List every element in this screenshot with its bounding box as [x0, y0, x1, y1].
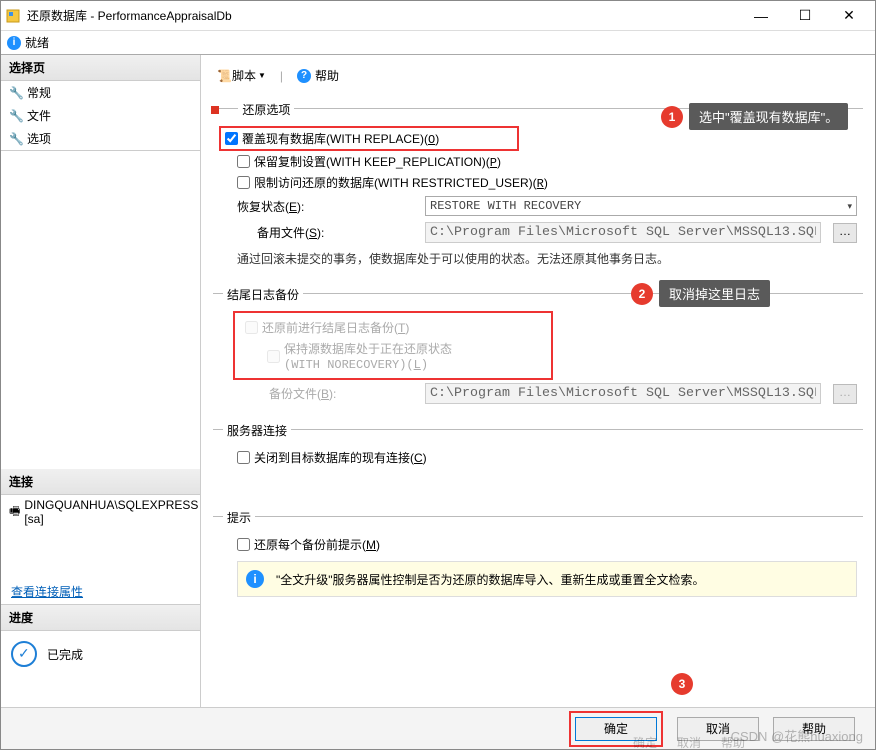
prompt-before-each-label: 还原每个备份前提示(M) [254, 536, 380, 553]
backup-file-input [425, 383, 821, 404]
chevron-down-icon: ▾ [847, 201, 852, 212]
close-existing-checkbox[interactable] [237, 451, 250, 464]
keep-source-label: 保持源数据库处于正在还原状态(WITH NORECOVERY)(L) [284, 340, 452, 372]
maximize-button[interactable]: ☐ [783, 2, 827, 30]
select-page-header: 选择页 [1, 55, 200, 81]
keep-source-row: 保持源数据库处于正在还原状态(WITH NORECOVERY)(L) [241, 338, 545, 374]
status-text: 就绪 [25, 34, 49, 51]
callout-text: 取消掉这里日志 [659, 280, 770, 307]
wrench-icon: 🔧 [9, 109, 23, 123]
browse-button: … [833, 384, 857, 404]
minimize-button[interactable]: — [739, 2, 783, 30]
sidebar: 选择页 🔧常规 🔧文件 🔧选项 连接 🖷 DINGQUANHUA\SQLEXPR… [1, 55, 201, 707]
script-icon: 📜 [217, 69, 232, 83]
toolbar: 📜 脚本 ▼ | ? 帮助 [213, 63, 863, 94]
server-conn-group: 服务器连接 关闭到目标数据库的现有连接(C) [213, 429, 863, 476]
info-icon: i [7, 36, 21, 50]
restricted-label: 限制访问还原的数据库(WITH RESTRICTED_USER)(R) [254, 174, 548, 191]
keep-replication-checkbox[interactable] [237, 155, 250, 168]
callout-3: 3 [671, 673, 693, 695]
connection-header: 连接 [1, 469, 200, 495]
prompt-label: 提示 [223, 511, 255, 525]
wrench-icon: 🔧 [9, 86, 23, 100]
close-button[interactable]: ✕ [827, 2, 871, 30]
keep-source-checkbox [267, 350, 280, 363]
take-tail-backup-row: 还原前进行结尾日志备份(T) [241, 317, 545, 338]
progress-header: 进度 [1, 605, 200, 631]
recovery-state-label: 恢复状态(E): [237, 198, 417, 215]
tip-box: i "全文升级"服务器属性控制是否为还原的数据库导入、重新生成或重置全文检索。 [237, 561, 857, 597]
callout-badge: 2 [631, 283, 653, 305]
faded-ghost-row: 确定取消帮助 [633, 734, 745, 751]
recovery-desc: 通过回滚未提交的事务，使数据库处于可以使用的状态。无法还原其他事务日志。 [219, 246, 857, 271]
info-icon: i [246, 570, 264, 588]
keep-replication-row[interactable]: 保留复制设置(WITH KEEP_REPLICATION)(P) [219, 151, 857, 172]
chevron-down-icon: ▼ [258, 71, 266, 80]
prompt-before-each-checkbox[interactable] [237, 538, 250, 551]
close-existing-label: 关闭到目标数据库的现有连接(C) [254, 449, 427, 466]
recovery-state-select[interactable]: RESTORE WITH RECOVERY ▾ [425, 196, 857, 216]
help-bottom-button[interactable]: 帮助 [773, 717, 855, 741]
callout-2: 2 取消掉这里日志 [631, 280, 770, 307]
overwrite-label: 覆盖现有数据库(WITH REPLACE)(O) [242, 130, 439, 147]
title-bar: 还原数据库 - PerformanceAppraisalDb — ☐ ✕ [1, 1, 875, 31]
sidebar-item-general[interactable]: 🔧常规 [1, 81, 200, 104]
wrench-icon: 🔧 [9, 132, 23, 146]
close-existing-row[interactable]: 关闭到目标数据库的现有连接(C) [219, 447, 857, 468]
window-title: 还原数据库 - PerformanceAppraisalDb [27, 7, 739, 24]
callout-badge: 1 [661, 106, 683, 128]
connection-value: 🖷 DINGQUANHUA\SQLEXPRESS [sa] [1, 495, 200, 529]
sidebar-item-files[interactable]: 🔧文件 [1, 104, 200, 127]
standby-file-label: 备用文件(S): [237, 224, 417, 241]
progress-status: 已完成 [1, 631, 200, 677]
help-button[interactable]: ? 帮助 [293, 65, 343, 86]
tail-log-group: 结尾日志备份 还原前进行结尾日志备份(T) 保持源数据库处于正在还原状态(WIT… [213, 293, 863, 415]
browse-button[interactable]: … [833, 223, 857, 243]
standby-file-input [425, 222, 821, 243]
restore-options-label: 还原选项 [238, 103, 294, 117]
callout-1: 1 选中"覆盖现有数据库"。 [661, 103, 848, 130]
take-tail-backup-checkbox [245, 321, 258, 334]
tail-log-label: 结尾日志备份 [223, 288, 303, 302]
prompt-before-each-row[interactable]: 还原每个备份前提示(M) [219, 534, 857, 555]
script-button[interactable]: 📜 脚本 ▼ [213, 65, 270, 86]
restricted-checkbox[interactable] [237, 176, 250, 189]
main-panel: 📜 脚本 ▼ | ? 帮助 还原选项 覆盖现有数据库(WITH REPLACE) [201, 55, 875, 707]
keep-replication-label: 保留复制设置(WITH KEEP_REPLICATION)(P) [254, 153, 501, 170]
server-icon: 🖷 [9, 502, 20, 523]
app-icon [5, 8, 21, 24]
callout-text: 选中"覆盖现有数据库"。 [689, 103, 848, 130]
overwrite-checkbox-row[interactable]: 覆盖现有数据库(WITH REPLACE)(O) [219, 126, 519, 151]
check-icon [11, 641, 37, 667]
overwrite-checkbox[interactable] [225, 132, 238, 145]
restore-options-group: 还原选项 覆盖现有数据库(WITH REPLACE)(O) 保留复制设置(WIT… [213, 108, 863, 279]
backup-file-label: 备份文件(B): [237, 385, 417, 402]
status-bar: i 就绪 [1, 31, 875, 55]
red-marker-icon [211, 106, 219, 114]
prompt-group: 提示 还原每个备份前提示(M) i "全文升级"服务器属性控制是否为还原的数据库… [213, 516, 863, 605]
server-conn-label: 服务器连接 [223, 424, 291, 438]
help-icon: ? [297, 69, 311, 83]
take-tail-backup-label: 还原前进行结尾日志备份(T) [262, 319, 409, 336]
sidebar-item-options[interactable]: 🔧选项 [1, 127, 200, 150]
restricted-row[interactable]: 限制访问还原的数据库(WITH RESTRICTED_USER)(R) [219, 172, 857, 193]
callout-badge: 3 [671, 673, 693, 695]
view-conn-props-link[interactable]: 查看连接属性 [1, 579, 200, 604]
